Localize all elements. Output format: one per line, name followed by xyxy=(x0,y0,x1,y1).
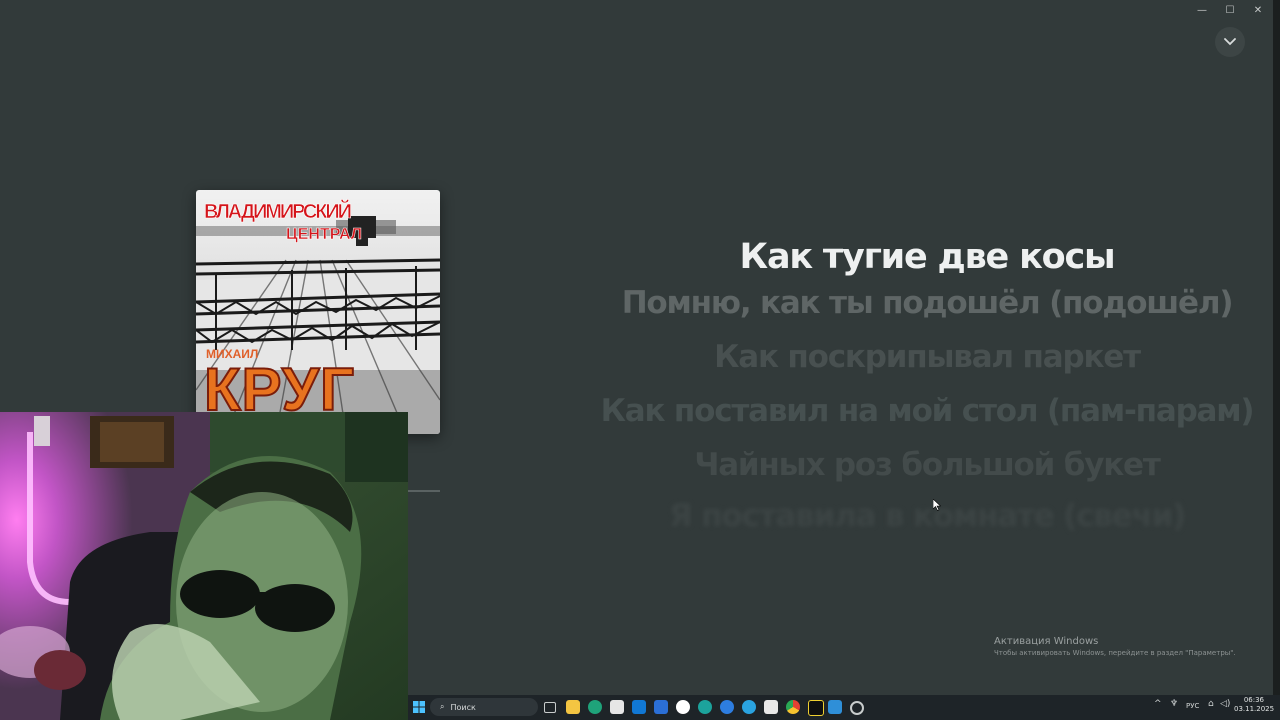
windows-activation-watermark: Активация Windows Чтобы активировать Win… xyxy=(994,636,1236,657)
windows-taskbar: ⌕ Поиск ^ ♆ РУС ⌂ ◁) 06:36 03.11.2025 xyxy=(408,695,1280,720)
activation-title: Активация Windows xyxy=(994,636,1099,647)
taskbar-search-box[interactable]: ⌕ Поиск xyxy=(430,698,538,716)
app-white-icon[interactable] xyxy=(764,700,778,714)
clock-time: 06:36 xyxy=(1243,696,1264,704)
lyric-line[interactable]: Я поставила в комнате (свечи) xyxy=(600,497,1254,536)
window-edge xyxy=(1273,0,1280,695)
phone-link-icon[interactable] xyxy=(698,700,712,714)
windows-start-icon[interactable] xyxy=(410,698,428,716)
lyric-line[interactable]: Как поставил на мой стол (пам-парам) xyxy=(600,392,1255,431)
minimize-button[interactable]: — xyxy=(1188,2,1216,18)
lyric-line[interactable]: Помню, как ты подошёл (подошёл) xyxy=(600,284,1254,323)
file-explorer-icon[interactable] xyxy=(566,700,580,714)
language-indicator[interactable]: РУС xyxy=(1186,702,1199,710)
album-title-line2: ЦЕНТРАЛ xyxy=(286,226,362,243)
mouse-cursor-icon xyxy=(933,499,941,511)
store-icon[interactable] xyxy=(610,700,624,714)
maximize-button[interactable]: ☐ xyxy=(1216,2,1244,18)
collapse-player-button[interactable] xyxy=(1215,27,1245,57)
chrome-icon[interactable] xyxy=(786,700,800,714)
progress-track[interactable] xyxy=(408,490,440,492)
telegram-icon[interactable] xyxy=(742,700,756,714)
settings-gear-icon[interactable] xyxy=(850,701,864,715)
microphone-icon[interactable]: ♆ xyxy=(1170,699,1178,709)
lyric-line[interactable]: Как поскрипывал паркет xyxy=(600,338,1254,377)
task-view-icon[interactable] xyxy=(544,702,556,713)
chevron-down-icon xyxy=(1224,38,1236,46)
edge-browser-icon[interactable] xyxy=(588,700,602,714)
lyric-line[interactable]: Чайных роз большой букет xyxy=(600,446,1254,485)
todo-icon[interactable] xyxy=(654,700,668,714)
volume-icon[interactable]: ◁) xyxy=(1220,699,1230,709)
outlook-icon[interactable] xyxy=(632,700,646,714)
yandex-icon[interactable] xyxy=(676,700,690,714)
webcam-overlay xyxy=(0,412,408,720)
media-player-icon[interactable] xyxy=(808,700,824,716)
activation-subtitle: Чтобы активировать Windows, перейдите в … xyxy=(994,649,1236,657)
taskbar-clock[interactable]: 06:36 03.11.2025 xyxy=(1234,696,1275,714)
search-placeholder: Поиск xyxy=(450,702,476,712)
tray-chevron-up-icon[interactable]: ^ xyxy=(1154,699,1162,709)
album-title-line1: ВЛАДИМИРСКИЙ xyxy=(204,199,352,223)
album-cover: ВЛАДИМИРСКИЙ ЦЕНТРАЛ МИХАИЛ КРУГ xyxy=(196,190,440,434)
clock-date: 03.11.2025 xyxy=(1234,705,1275,713)
search-icon: ⌕ xyxy=(440,702,445,711)
photos-icon[interactable] xyxy=(828,700,842,714)
network-icon[interactable]: ⌂ xyxy=(1208,699,1214,709)
app-blue-icon[interactable] xyxy=(720,700,734,714)
lyric-line-active[interactable]: Как тугие две косы xyxy=(600,234,1254,280)
lyrics-panel: Как тугие две косы Помню, как ты подошёл… xyxy=(600,234,1255,536)
close-button[interactable]: ✕ xyxy=(1244,2,1272,18)
